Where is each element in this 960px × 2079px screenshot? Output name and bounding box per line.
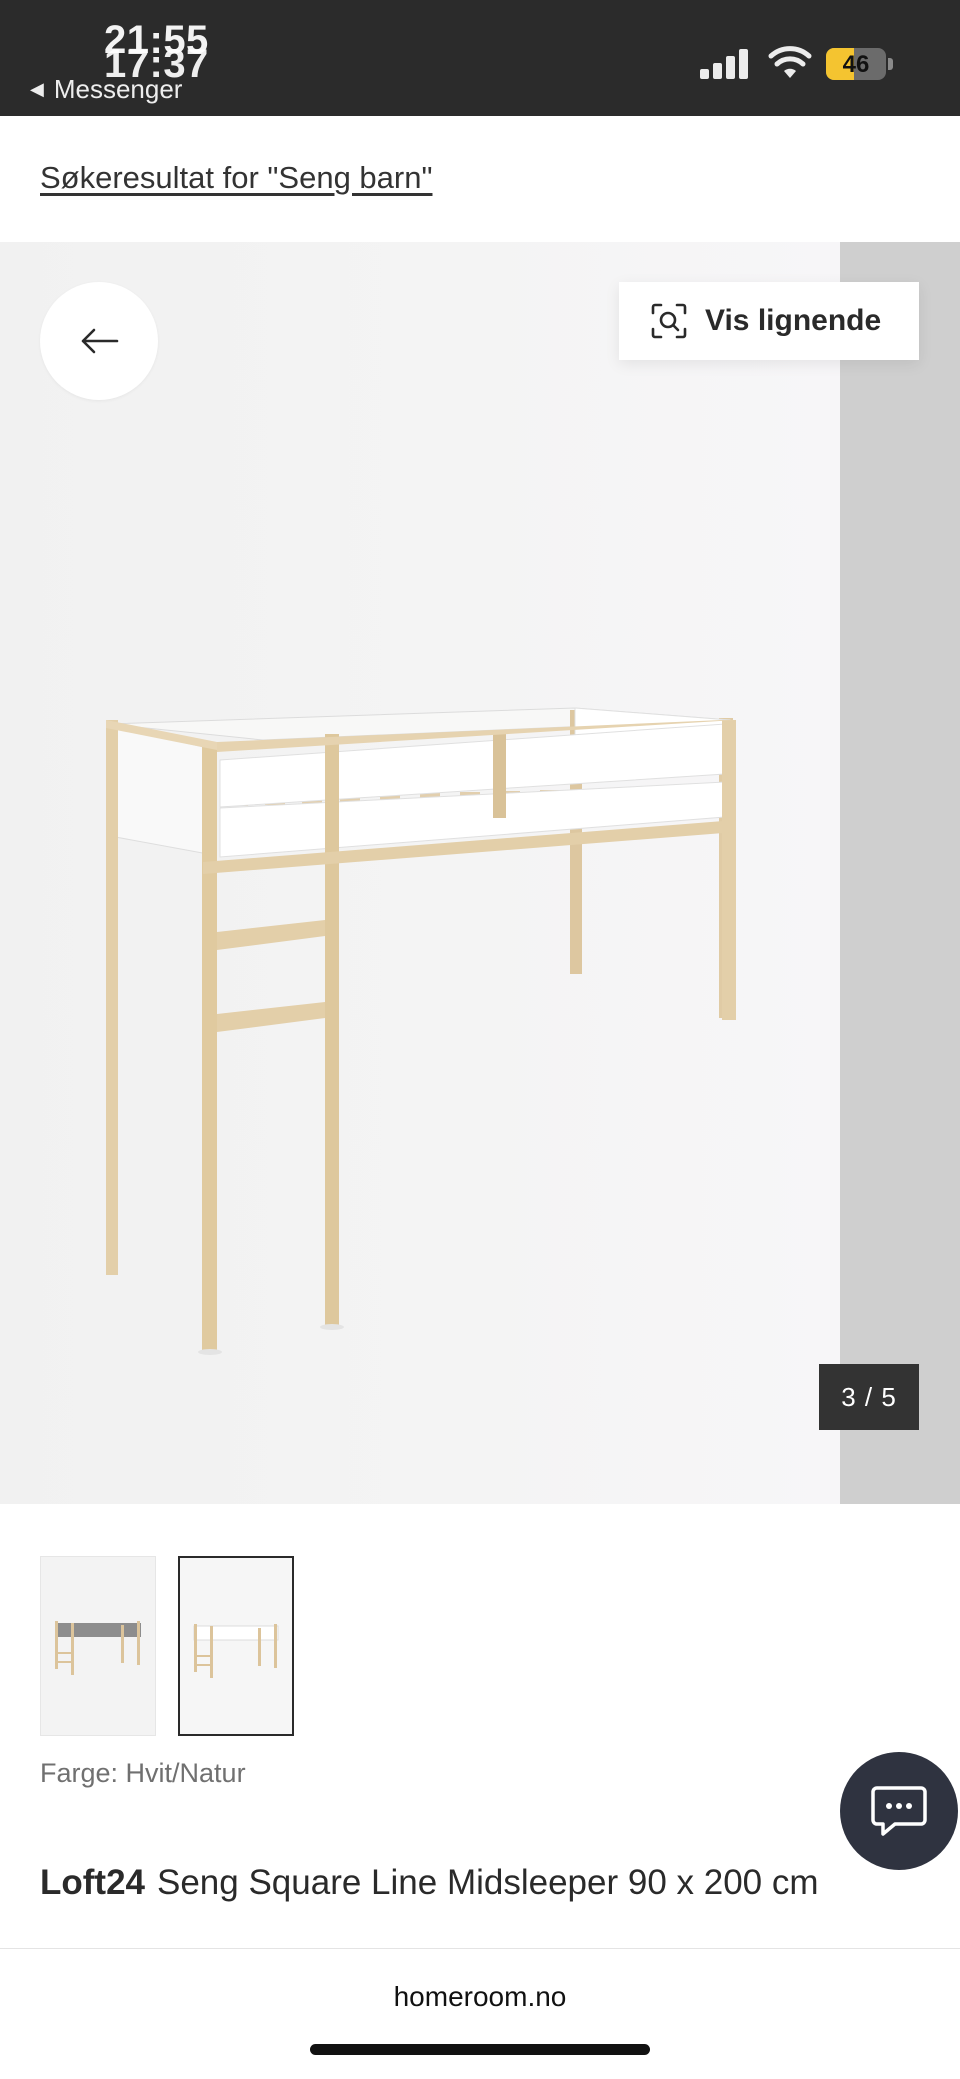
- chat-bubble-icon: [871, 1786, 927, 1836]
- show-similar-label: Vis lignende: [705, 304, 882, 337]
- arrow-left-icon: [81, 328, 119, 354]
- show-similar-button[interactable]: Vis lignende: [619, 282, 919, 360]
- wifi-icon: [768, 46, 812, 78]
- battery-percent: 46: [842, 51, 870, 78]
- product-title: Loft24 Seng Square Line Midsleeper 90 x 2…: [40, 1856, 890, 1909]
- product-name: Seng Square Line Midsleeper 90 x 200 cm: [157, 1863, 819, 1902]
- product-image-gallery[interactable]: Vis lignende 3 / 5: [0, 242, 960, 1504]
- chat-button[interactable]: [840, 1752, 958, 1870]
- color-variant-thumbnail-selected[interactable]: [178, 1556, 294, 1736]
- browser-url-bar[interactable]: homeroom.no: [0, 1948, 960, 2079]
- bed-product-image: [106, 707, 736, 1355]
- color-variant-thumbnail[interactable]: [40, 1556, 156, 1736]
- color-label: Farge: Hvit/Natur: [40, 1758, 246, 1788]
- gallery-current-image[interactable]: [0, 242, 840, 1504]
- bed-white-thumbnail-image: [193, 1624, 279, 1678]
- home-indicator[interactable]: [310, 2044, 650, 2055]
- back-button[interactable]: [40, 282, 158, 400]
- status-bar: 21:55 17:37 ◀ Messenger 46: [0, 0, 960, 116]
- search-results-link[interactable]: Søkeresultat for "Seng barn": [40, 160, 432, 196]
- image-counter: 3 / 5: [819, 1364, 919, 1430]
- visual-search-icon: [651, 303, 687, 339]
- bed-grey-thumbnail-image: [55, 1621, 141, 1675]
- gallery-next-image-peek[interactable]: [840, 242, 960, 1504]
- battery-tip: [888, 58, 893, 70]
- back-to-messenger[interactable]: ◀ Messenger: [30, 74, 182, 105]
- cellular-signal-icon: [700, 49, 752, 79]
- battery-icon: 46: [826, 48, 886, 80]
- url-text[interactable]: homeroom.no: [0, 1981, 960, 2013]
- product-brand[interactable]: Loft24: [40, 1863, 145, 1902]
- back-triangle-icon: ◀: [30, 79, 44, 99]
- back-app-label: Messenger: [53, 74, 183, 104]
